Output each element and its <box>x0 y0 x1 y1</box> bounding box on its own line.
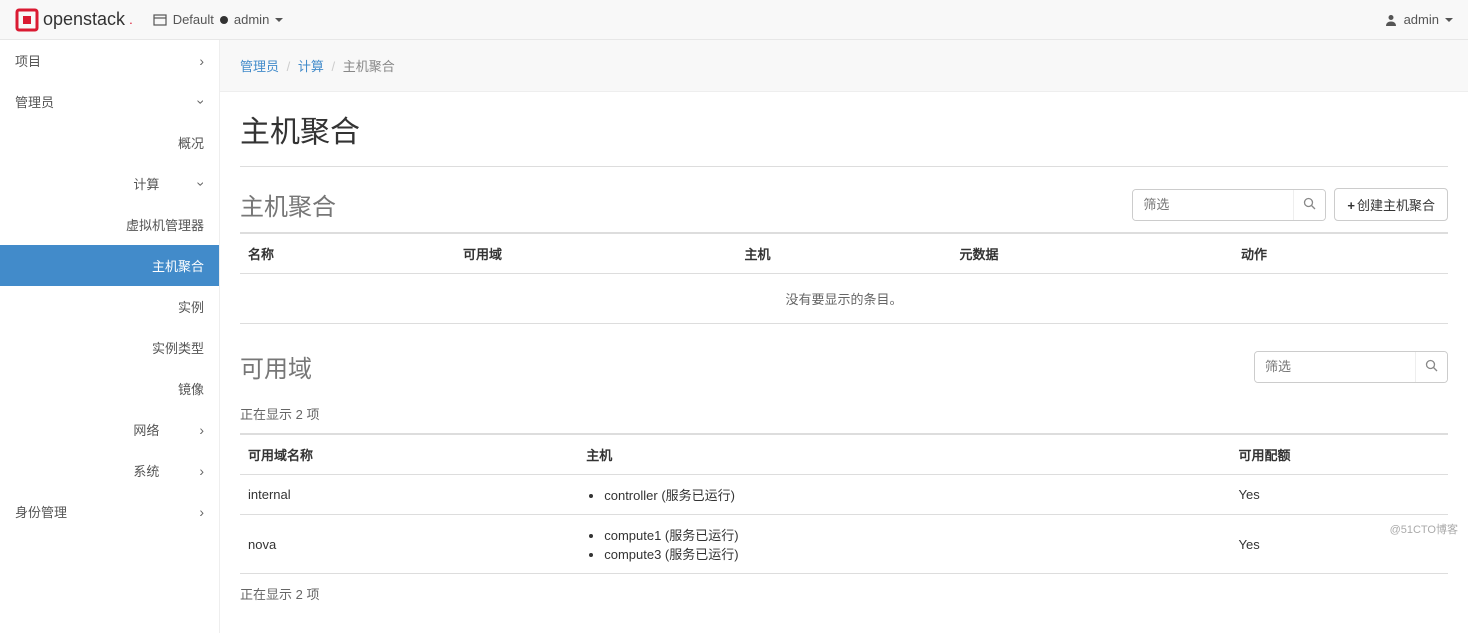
sidebar-item-admin[interactable]: 管理员 › <box>0 81 219 122</box>
availability-zones-title: 可用域 <box>240 349 312 384</box>
az-filter-button[interactable] <box>1415 352 1447 382</box>
project-selector[interactable]: Default admin <box>153 12 284 27</box>
availability-zones-panel-head: 可用域 <box>240 349 1448 384</box>
table-row: internal controller (服务已运行) Yes <box>240 475 1448 515</box>
user-menu[interactable]: admin <box>1384 12 1453 27</box>
sidebar-item-host-aggregates[interactable]: 主机聚合 <box>0 245 219 286</box>
sidebar-item-network[interactable]: 网络 › <box>0 409 219 450</box>
host-list-item: compute3 (服务已运行) <box>604 544 1222 563</box>
search-icon <box>1303 197 1316 210</box>
main-content: 管理员 / 计算 / 主机聚合 主机聚合 主机聚合 +创建主机聚合 <box>220 40 1468 633</box>
col-az[interactable]: 可用域 <box>455 233 737 274</box>
chevron-right-icon: › <box>199 504 204 520</box>
openstack-logo-icon <box>15 8 39 32</box>
create-host-aggregate-button[interactable]: +创建主机聚合 <box>1334 188 1448 221</box>
empty-row: 没有要显示的条目。 <box>240 274 1448 324</box>
col-az-name[interactable]: 可用域名称 <box>240 434 578 475</box>
breadcrumb-compute[interactable]: 计算 <box>298 59 324 74</box>
col-az-hosts[interactable]: 主机 <box>578 434 1230 475</box>
caret-down-icon <box>1445 18 1453 22</box>
host-aggregates-panel-head: 主机聚合 +创建主机聚合 <box>240 187 1448 222</box>
az-count-top: 正在显示 2 项 <box>240 394 1448 433</box>
chevron-right-icon: › <box>199 53 204 69</box>
breadcrumb-admin[interactable]: 管理员 <box>240 59 279 74</box>
topbar: openstack. Default admin admin <box>0 0 1468 40</box>
aggregates-filter <box>1132 189 1326 221</box>
sidebar-item-images[interactable]: 镜像 <box>0 368 219 409</box>
user-icon <box>1384 13 1398 27</box>
host-aggregates-table: 名称 可用域 主机 元数据 动作 没有要显示的条目。 <box>240 232 1448 324</box>
az-hosts-cell: controller (服务已运行) <box>578 475 1230 515</box>
bullet-icon <box>220 16 228 24</box>
sidebar-item-compute[interactable]: 计算 › <box>0 163 219 204</box>
availability-zones-table: 可用域名称 主机 可用配额 internal controller (服务已运行)… <box>240 433 1448 574</box>
az-hosts-cell: compute1 (服务已运行)compute3 (服务已运行) <box>578 515 1230 574</box>
az-filter <box>1254 351 1448 383</box>
aggregates-filter-input[interactable] <box>1133 190 1293 220</box>
host-list-item: controller (服务已运行) <box>604 485 1222 504</box>
chevron-right-icon: › <box>199 463 204 479</box>
sidebar-item-overview[interactable]: 概况 <box>0 122 219 163</box>
sidebar-item-identity[interactable]: 身份管理 › <box>0 491 219 532</box>
aggregates-filter-button[interactable] <box>1293 190 1325 220</box>
brand[interactable]: openstack. <box>15 8 133 32</box>
breadcrumb: 管理员 / 计算 / 主机聚合 <box>220 40 1468 92</box>
sidebar-item-instances[interactable]: 实例 <box>0 286 219 327</box>
user-label: admin <box>1404 12 1439 27</box>
host-list-item: compute1 (服务已运行) <box>604 525 1222 544</box>
az-available-cell: Yes <box>1231 475 1448 515</box>
host-aggregates-title: 主机聚合 <box>240 187 336 222</box>
table-row: novacompute1 (服务已运行)compute3 (服务已运行)Yes <box>240 515 1448 574</box>
breadcrumb-current: 主机聚合 <box>343 59 395 74</box>
az-name-cell: nova <box>240 515 578 574</box>
plus-icon: + <box>1347 198 1355 213</box>
col-hosts[interactable]: 主机 <box>736 233 951 274</box>
chevron-down-icon: › <box>194 181 210 186</box>
domain-icon <box>153 13 167 27</box>
brand-text: openstack <box>43 9 125 30</box>
az-count-bottom: 正在显示 2 项 <box>240 574 1448 613</box>
watermark: @51CTO博客 <box>1390 521 1458 537</box>
sidebar-item-project[interactable]: 项目 › <box>0 40 219 81</box>
search-icon <box>1425 359 1438 372</box>
caret-down-icon <box>275 18 283 22</box>
chevron-right-icon: › <box>199 422 204 438</box>
col-name[interactable]: 名称 <box>240 233 455 274</box>
domain-label: Default <box>173 12 214 27</box>
col-actions: 动作 <box>1233 233 1448 274</box>
project-label: admin <box>234 12 269 27</box>
az-name-cell: internal <box>240 475 578 515</box>
chevron-down-icon: › <box>194 99 210 104</box>
sidebar-item-hypervisors[interactable]: 虚拟机管理器 <box>0 204 219 245</box>
page-title: 主机聚合 <box>240 107 1448 167</box>
sidebar: 项目 › 管理员 › 概况 计算 › 虚拟机管理器 主机聚合 实例 实例类型 镜… <box>0 40 220 633</box>
col-az-available[interactable]: 可用配额 <box>1231 434 1448 475</box>
sidebar-item-system[interactable]: 系统 › <box>0 450 219 491</box>
col-metadata[interactable]: 元数据 <box>951 233 1233 274</box>
sidebar-item-flavors[interactable]: 实例类型 <box>0 327 219 368</box>
az-filter-input[interactable] <box>1255 352 1415 382</box>
